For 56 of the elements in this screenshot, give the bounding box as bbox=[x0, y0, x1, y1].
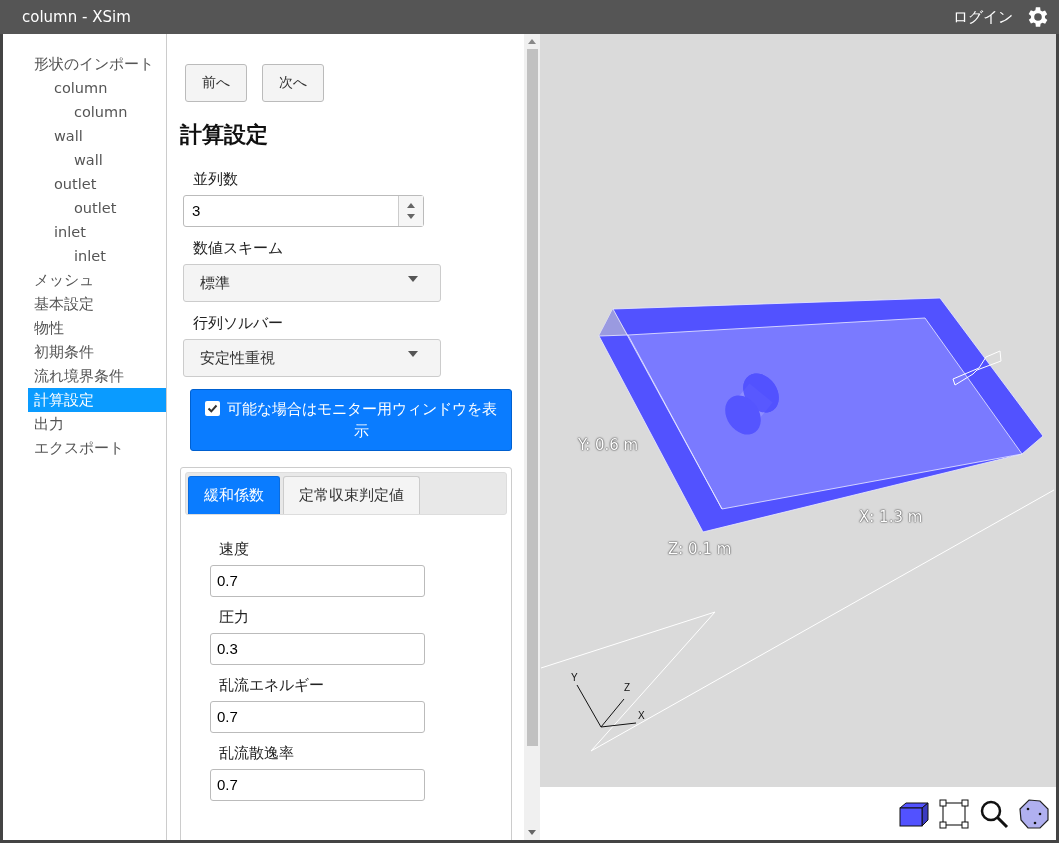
sidebar-item[interactable]: wall bbox=[28, 124, 166, 148]
scroll-down-icon[interactable] bbox=[528, 830, 536, 835]
tab[interactable]: 緩和係数 bbox=[188, 476, 280, 514]
spin-down-icon[interactable] bbox=[407, 214, 415, 220]
polyhedron-icon[interactable] bbox=[1018, 797, 1050, 830]
sidebar-item[interactable]: 出力 bbox=[28, 412, 166, 436]
dimension-label: Y: 0.6 m bbox=[578, 436, 639, 454]
previous-button[interactable]: 前へ bbox=[185, 64, 247, 102]
field-label: 速度 bbox=[219, 540, 250, 559]
input-field[interactable]: 0.7 bbox=[210, 701, 425, 733]
scrollbar[interactable] bbox=[524, 34, 540, 840]
axis-label: X bbox=[638, 710, 645, 721]
field-label: 乱流エネルギー bbox=[219, 676, 325, 695]
scroll-up-icon[interactable] bbox=[528, 39, 536, 44]
spin-up-icon[interactable] bbox=[407, 202, 415, 208]
login-link[interactable]: ログイン bbox=[953, 7, 1013, 27]
sidebar-item[interactable]: column bbox=[28, 76, 166, 100]
sidebar-item[interactable]: wall bbox=[28, 148, 166, 172]
sidebar-item[interactable]: エクスポート bbox=[28, 436, 166, 460]
input-field[interactable]: 0.7 bbox=[210, 769, 425, 801]
sidebar-item[interactable]: inlet bbox=[28, 220, 166, 244]
sidebar-item[interactable]: 初期条件 bbox=[28, 340, 166, 364]
sidebar-item[interactable]: 形状のインポート bbox=[28, 52, 166, 76]
next-button[interactable]: 次へ bbox=[262, 64, 324, 102]
field-label: 圧力 bbox=[219, 608, 250, 627]
section-heading: 計算設定 bbox=[180, 121, 269, 149]
dimension-label: X: 1.3 m bbox=[859, 508, 923, 526]
input-field[interactable]: 0.7 bbox=[210, 565, 425, 597]
axis-label: Y bbox=[571, 672, 578, 683]
sidebar-item[interactable]: メッシュ bbox=[28, 268, 166, 292]
axis-label: Z bbox=[624, 682, 631, 693]
sidebar-item[interactable]: 流れ境界条件 bbox=[28, 364, 166, 388]
sidebar-item[interactable]: inlet bbox=[28, 244, 166, 268]
caret-icon bbox=[408, 276, 418, 282]
tab[interactable]: 定常収束判定値 bbox=[283, 476, 420, 514]
dropdown[interactable]: 安定性重視 bbox=[183, 339, 441, 377]
field-label: 乱流散逸率 bbox=[219, 744, 295, 763]
sidebar-item[interactable]: 基本設定 bbox=[28, 292, 166, 316]
3d-viewport[interactable]: Y: 0.6 m X: 1.3 m Z: 0.1 m Y Z X bbox=[540, 34, 1056, 787]
axis-triad-drawing bbox=[576, 684, 637, 728]
monitor-window-checkbox-button[interactable]: 可能な場合はモニター用ウィンドウを表示 bbox=[190, 389, 512, 451]
selection-box-icon[interactable] bbox=[938, 797, 970, 830]
field-label: 並列数 bbox=[193, 170, 239, 189]
window-title: column - XSim bbox=[22, 8, 132, 26]
dimension-label: Z: 0.1 m bbox=[668, 540, 732, 558]
input-field[interactable]: 0.3 bbox=[210, 633, 425, 665]
sidebar-item[interactable]: outlet bbox=[28, 196, 166, 220]
sidebar-item[interactable]: outlet bbox=[28, 172, 166, 196]
number-field[interactable]: 3 bbox=[183, 195, 424, 227]
checkbox[interactable] bbox=[205, 401, 220, 416]
dropdown[interactable]: 標準 bbox=[183, 264, 441, 302]
field-label: 数値スキーム bbox=[193, 239, 284, 258]
sidebar-item[interactable]: 物性 bbox=[28, 316, 166, 340]
sidebar-item[interactable]: column bbox=[28, 100, 166, 124]
caret-icon bbox=[408, 351, 418, 357]
field-label: 行列ソルバー bbox=[193, 314, 284, 333]
